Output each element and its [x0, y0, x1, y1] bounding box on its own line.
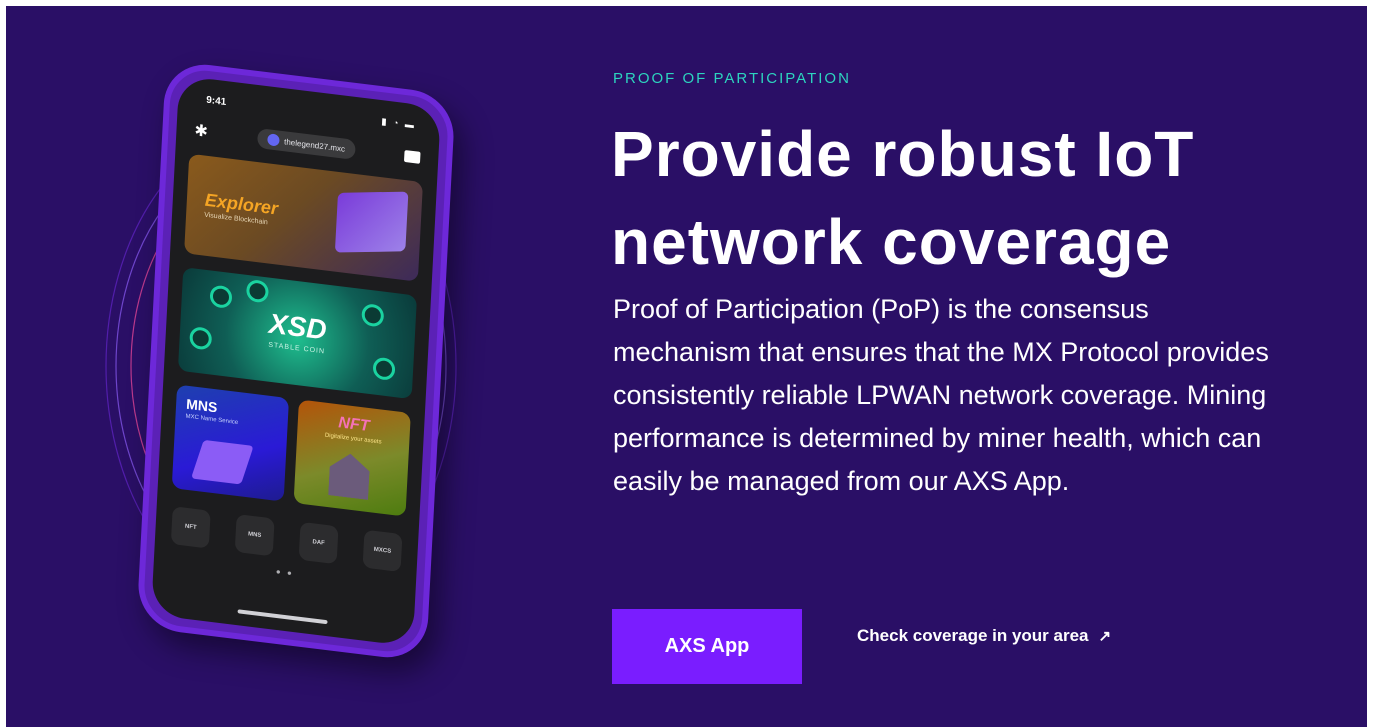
wallet-icon	[403, 149, 421, 164]
mini-app-nft: NFT	[170, 506, 211, 549]
status-time: 9:41	[205, 94, 227, 109]
check-coverage-label: Check coverage in your area	[857, 626, 1089, 645]
headline-line-1: Provide robust IoT	[611, 118, 1195, 190]
arrow-up-right-icon: ↗	[1098, 628, 1112, 645]
axs-app-button[interactable]: AXS App	[612, 609, 802, 684]
explorer-card: Explorer Visualize Blockchain	[184, 153, 423, 282]
mns-card-title: MNS	[185, 395, 218, 416]
mini-app-mxcs: MXCS	[362, 529, 403, 573]
mns-card-subtitle: MXC Name Service	[185, 413, 239, 427]
laptop-illustration	[190, 439, 254, 485]
headline-line-2: network coverage	[611, 206, 1172, 278]
wallet-name: thelegend27.mxc	[283, 136, 346, 154]
card-row: MNS MXC Name Service NFT Digitalize your…	[171, 384, 411, 517]
gear-icon: ✱	[194, 122, 209, 141]
phone-illustration: 9:41 ▮ ◔ ▬ ✱ thelegend27.mxc Explorer Vi…	[111, 59, 456, 676]
phone-screen: 9:41 ▮ ◔ ▬ ✱ thelegend27.mxc Explorer Vi…	[150, 75, 442, 647]
phone-body: 9:41 ▮ ◔ ▬ ✱ thelegend27.mxc Explorer Vi…	[136, 59, 456, 663]
mini-app-mns: MNS	[234, 513, 275, 557]
page-title: Provide robust IoT network coverage	[611, 110, 1351, 286]
hero-description: Proof of Participation (PoP) is the cons…	[613, 294, 1269, 496]
mns-card: MNS MXC Name Service	[171, 384, 290, 502]
explorer-illustration	[334, 191, 409, 253]
mini-app-daf: DAF	[298, 521, 339, 565]
home-indicator	[237, 609, 328, 625]
check-coverage-link[interactable]: Check coverage in your area ↗	[857, 626, 1111, 646]
xsd-card: XSD STABLE COIN	[177, 267, 418, 400]
hero-section: 9:41 ▮ ◔ ▬ ✱ thelegend27.mxc Explorer Vi…	[6, 6, 1367, 727]
nft-card: NFT Digitalize your assets	[293, 399, 411, 517]
status-icons: ▮ ◔ ▬	[381, 116, 417, 131]
house-illustration	[328, 451, 370, 500]
eyebrow-label: PROOF OF PARTICIPATION	[613, 70, 851, 87]
coin-icon	[245, 278, 270, 304]
wallet-pill: thelegend27.mxc	[256, 128, 356, 160]
wallet-avatar-icon	[266, 133, 280, 147]
